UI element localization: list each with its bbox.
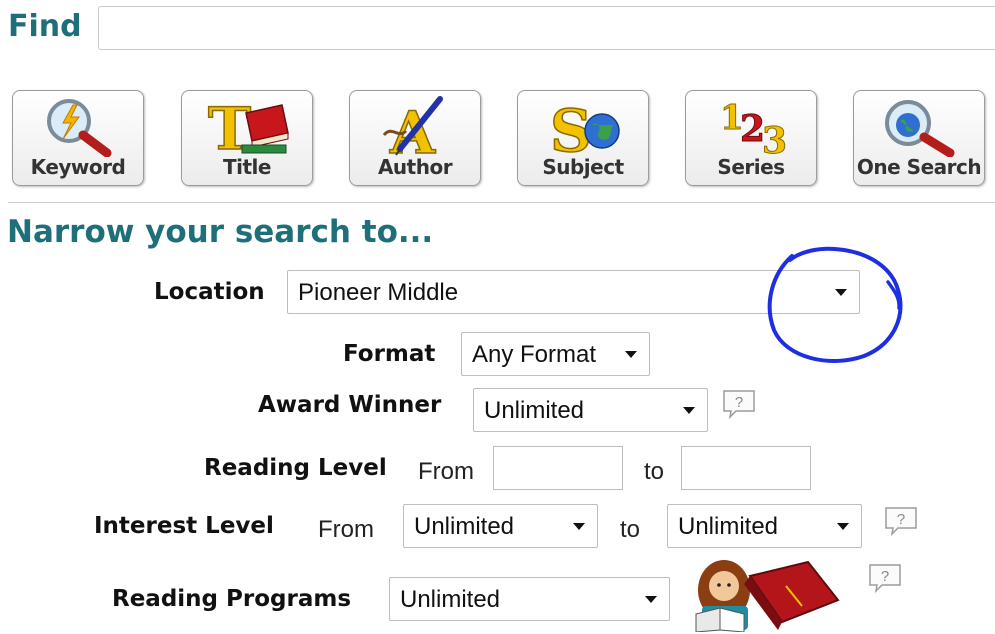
format-label: Format bbox=[343, 341, 436, 367]
reading-programs-select-value: Unlimited bbox=[400, 586, 501, 613]
reading-programs-label: Reading Programs bbox=[112, 586, 352, 612]
format-select-value: Any Format bbox=[472, 341, 597, 368]
subject-button-label: Subject bbox=[542, 155, 624, 179]
subject-search-button[interactable]: S Subject bbox=[517, 90, 649, 186]
reading-kid-book-icon[interactable] bbox=[690, 556, 842, 632]
award-winner-help-icon[interactable]: ? bbox=[722, 389, 756, 419]
reading-level-to-input[interactable] bbox=[681, 446, 811, 490]
title-search-button[interactable]: T Title bbox=[181, 90, 313, 186]
series-button-label: Series bbox=[717, 155, 785, 179]
reading-level-label: Reading Level bbox=[204, 455, 387, 481]
author-quill-icon: A bbox=[382, 96, 443, 157]
magnifier-lightning-icon bbox=[47, 99, 112, 157]
interest-level-to-select[interactable]: Unlimited bbox=[667, 504, 862, 548]
chevron-down-icon bbox=[837, 523, 849, 530]
format-select[interactable]: Any Format bbox=[461, 332, 650, 376]
reading-programs-select[interactable]: Unlimited bbox=[389, 577, 670, 621]
svg-text:3: 3 bbox=[762, 120, 787, 157]
keyword-search-button[interactable]: Keyword bbox=[12, 90, 144, 186]
svg-text:?: ? bbox=[897, 511, 905, 528]
chevron-down-icon bbox=[683, 407, 695, 414]
series-search-button[interactable]: 1 2 3 Series bbox=[685, 90, 817, 186]
interest-level-to-value: Unlimited bbox=[678, 513, 779, 540]
location-label: Location bbox=[154, 279, 265, 305]
svg-text:?: ? bbox=[735, 394, 743, 411]
magnifier-globe-icon bbox=[885, 100, 955, 157]
author-button-label: Author bbox=[377, 155, 453, 179]
section-divider bbox=[8, 202, 995, 203]
title-button-label: Title bbox=[223, 155, 271, 179]
chevron-down-icon bbox=[625, 351, 637, 358]
find-search-input[interactable] bbox=[98, 6, 995, 50]
series-numbers-icon: 1 2 3 bbox=[720, 98, 788, 158]
author-search-button[interactable]: A Author bbox=[349, 90, 481, 186]
svg-text:A: A bbox=[389, 99, 436, 157]
award-winner-select[interactable]: Unlimited bbox=[473, 388, 708, 432]
keyword-button-label: Keyword bbox=[30, 155, 126, 179]
chevron-down-icon bbox=[645, 596, 657, 603]
location-select-value: Pioneer Middle bbox=[298, 279, 459, 306]
title-book-icon: T bbox=[207, 95, 289, 157]
interest-level-from-select[interactable]: Unlimited bbox=[403, 504, 598, 548]
interest-level-from-value: Unlimited bbox=[414, 513, 515, 540]
interest-level-from-label: From bbox=[318, 516, 374, 543]
chevron-down-icon bbox=[573, 523, 585, 530]
svg-text:?: ? bbox=[881, 568, 889, 585]
award-winner-label: Award Winner bbox=[258, 392, 442, 418]
find-label: Find bbox=[8, 9, 82, 44]
reading-programs-help-icon[interactable]: ? bbox=[868, 563, 902, 593]
interest-level-label: Interest Level bbox=[94, 513, 274, 539]
hand-drawn-circle-annotation bbox=[767, 246, 903, 363]
reading-level-to-label: to bbox=[644, 458, 665, 485]
interest-level-to-label: to bbox=[620, 516, 641, 543]
narrow-search-heading: Narrow your search to... bbox=[7, 214, 434, 250]
interest-level-help-icon[interactable]: ? bbox=[884, 506, 918, 536]
one-search-button-label: One Search bbox=[856, 155, 982, 179]
one-search-button[interactable]: One Search bbox=[853, 90, 985, 186]
award-winner-select-value: Unlimited bbox=[484, 397, 585, 424]
subject-globe-icon: S bbox=[549, 96, 620, 157]
reading-level-from-input[interactable] bbox=[493, 446, 623, 490]
reading-level-from-label: From bbox=[418, 458, 474, 485]
